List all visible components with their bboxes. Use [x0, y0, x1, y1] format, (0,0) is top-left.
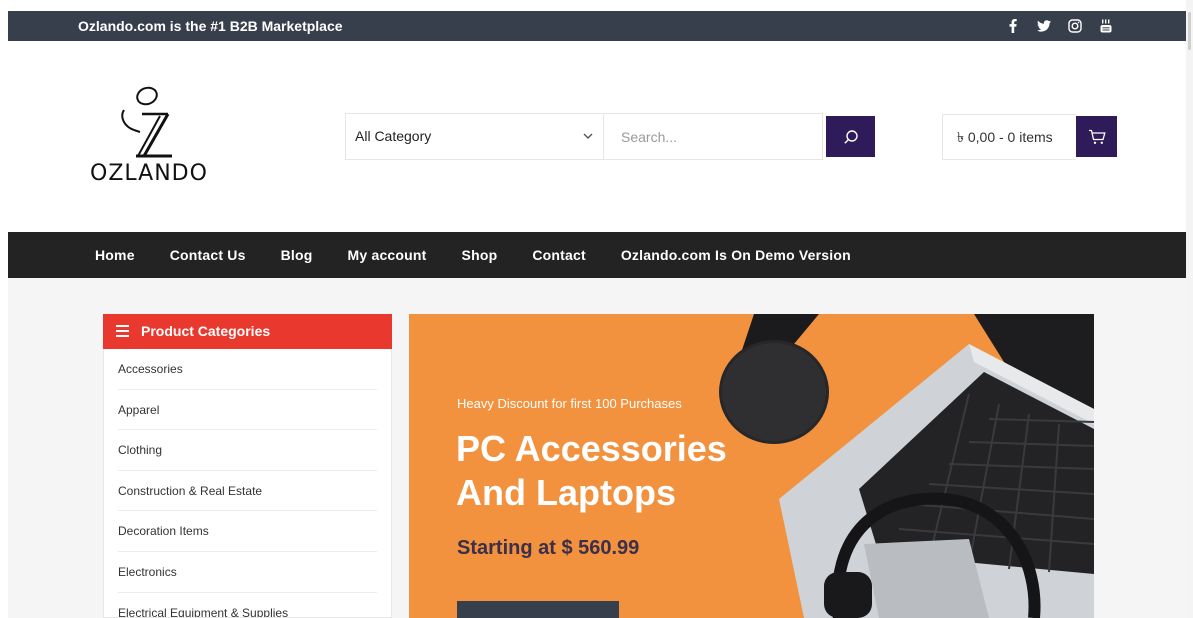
category-panel-title: Product Categories: [141, 323, 271, 339]
category-panel: Accessories Apparel Clothing Constructio…: [103, 314, 392, 618]
youtube-icon[interactable]: [1097, 18, 1114, 35]
category-panel-header[interactable]: Product Categories: [103, 314, 392, 349]
category-item[interactable]: Accessories: [118, 349, 377, 390]
cart-total: ৳ 0,00 - 0 items: [957, 129, 1053, 145]
category-select-value: All Category: [355, 128, 432, 144]
hero-banner[interactable]: Heavy Discount for first 100 Purchases P…: [409, 314, 1094, 618]
main-nav: Home Contact Us Blog My account Shop Con…: [8, 232, 1186, 278]
facebook-icon[interactable]: [1004, 18, 1021, 35]
hero-subtitle: Heavy Discount for first 100 Purchases: [457, 396, 682, 411]
nav-item-contact-us[interactable]: Contact Us: [170, 232, 246, 278]
search-bar: All Category: [345, 113, 823, 160]
hero-cta-button[interactable]: [457, 601, 619, 618]
category-list: Accessories Apparel Clothing Constructio…: [118, 349, 377, 617]
instagram-icon[interactable]: [1066, 18, 1083, 35]
promo-text: Ozlando.com is the #1 B2B Marketplace: [78, 18, 343, 34]
nav-item-shop[interactable]: Shop: [462, 232, 498, 278]
scrollbar[interactable]: [1186, 0, 1193, 618]
search-input[interactable]: [605, 114, 821, 159]
menu-icon: [116, 325, 129, 337]
nav-item-contact[interactable]: Contact: [532, 232, 586, 278]
category-item[interactable]: Construction & Real Estate: [118, 471, 377, 512]
chevron-down-icon: [583, 133, 593, 139]
hero-price: Starting at $ 560.99: [457, 537, 640, 559]
logo-wordmark: OZLANDO: [90, 161, 208, 186]
nav-item-demo-notice[interactable]: Ozlando.com Is On Demo Version: [621, 232, 851, 278]
nav-item-my-account[interactable]: My account: [348, 232, 427, 278]
hero-title: PC Accessories And Laptops: [456, 428, 727, 513]
category-item[interactable]: Apparel: [118, 390, 377, 431]
category-item[interactable]: Clothing: [118, 430, 377, 471]
category-item[interactable]: Decoration Items: [118, 511, 377, 552]
logo-mark-icon: [121, 86, 172, 158]
twitter-icon[interactable]: [1035, 18, 1052, 35]
top-bar: Ozlando.com is the #1 B2B Marketplace: [8, 11, 1186, 41]
search-icon: [843, 129, 858, 144]
social-links: [1004, 11, 1114, 41]
cart-summary[interactable]: ৳ 0,00 - 0 items: [942, 114, 1076, 160]
site-logo[interactable]: OZLANDO: [90, 86, 216, 190]
nav-item-home[interactable]: Home: [95, 232, 135, 278]
category-item[interactable]: Electronics: [118, 552, 377, 593]
cart-button[interactable]: [1076, 116, 1117, 157]
category-select[interactable]: All Category: [346, 114, 604, 159]
category-item[interactable]: Electrical Equipment & Supplies: [118, 593, 377, 617]
scrollbar-thumb[interactable]: [1188, 12, 1191, 50]
nav-item-blog[interactable]: Blog: [281, 232, 313, 278]
search-button[interactable]: [826, 116, 875, 157]
cart-icon: [1088, 129, 1106, 144]
